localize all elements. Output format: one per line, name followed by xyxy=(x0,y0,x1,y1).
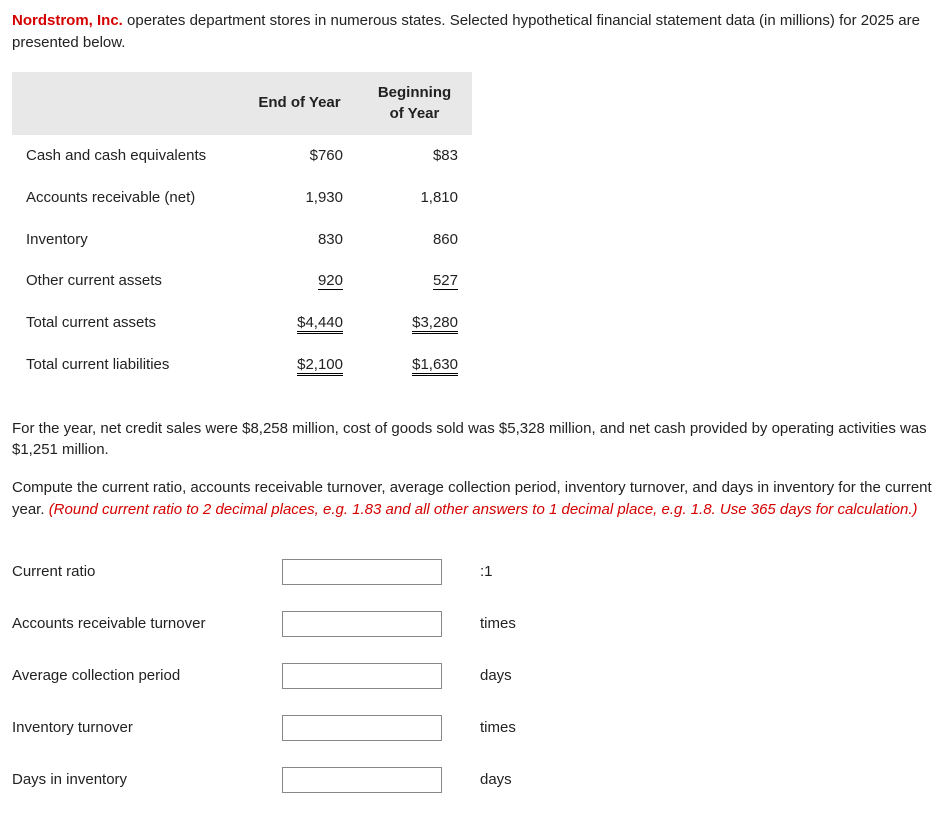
paragraph-2: For the year, net credit sales were $8,2… xyxy=(12,418,939,462)
row-label: Total current liabilities xyxy=(12,344,242,386)
answer-label: Average collection period xyxy=(12,659,282,693)
answer-unit: times xyxy=(452,711,526,745)
inventory-turnover-input[interactable] xyxy=(282,715,442,741)
cell-value: $2,100 xyxy=(297,356,343,376)
table-row: Cash and cash equivalents $760 $83 xyxy=(12,135,472,177)
answer-unit: :1 xyxy=(452,555,526,589)
answer-row: Average collection period days xyxy=(12,659,526,693)
table-row: Total current liabilities $2,100 $1,630 xyxy=(12,344,472,386)
answer-row: Days in inventory days xyxy=(12,763,526,797)
row-label: Cash and cash equivalents xyxy=(12,135,242,177)
intro-paragraph: Nordstrom, Inc. operates department stor… xyxy=(12,10,939,54)
answer-row: Inventory turnover times xyxy=(12,711,526,745)
row-label: Other current assets xyxy=(12,260,242,302)
row-label: Total current assets xyxy=(12,302,242,344)
table-row: Accounts receivable (net) 1,930 1,810 xyxy=(12,177,472,219)
cell-value: 860 xyxy=(433,231,458,248)
cell-value: $3,280 xyxy=(412,314,458,334)
cell-value: 527 xyxy=(433,272,458,290)
answer-unit: days xyxy=(452,659,526,693)
financial-data-table: End of Year Beginning of Year Cash and c… xyxy=(12,72,472,386)
answer-unit: times xyxy=(452,607,526,641)
cell-value: $83 xyxy=(433,147,458,164)
ar-turnover-input[interactable] xyxy=(282,611,442,637)
intro-text: operates department stores in numerous s… xyxy=(12,12,920,51)
row-label: Accounts receivable (net) xyxy=(12,177,242,219)
answer-label: Accounts receivable turnover xyxy=(12,607,282,641)
paragraph-3: Compute the current ratio, accounts rece… xyxy=(12,477,939,521)
answer-label: Inventory turnover xyxy=(12,711,282,745)
cell-value: 1,930 xyxy=(305,189,343,206)
table-row: Inventory 830 860 xyxy=(12,219,472,261)
answer-label: Current ratio xyxy=(12,555,282,589)
table-row: Other current assets 920 527 xyxy=(12,260,472,302)
answer-label: Days in inventory xyxy=(12,763,282,797)
cell-value: 1,810 xyxy=(420,189,458,206)
instruction-red: (Round current ratio to 2 decimal places… xyxy=(49,501,918,518)
answer-unit: days xyxy=(452,763,526,797)
collection-period-input[interactable] xyxy=(282,663,442,689)
cell-value: $760 xyxy=(310,147,343,164)
row-label: Inventory xyxy=(12,219,242,261)
company-name: Nordstrom, Inc. xyxy=(12,12,123,29)
table-header-beg: Beginning of Year xyxy=(357,72,472,136)
cell-value: 830 xyxy=(318,231,343,248)
answers-table: Current ratio :1 Accounts receivable tur… xyxy=(12,537,526,815)
cell-value: $1,630 xyxy=(412,356,458,376)
cell-value: 920 xyxy=(318,272,343,290)
answer-row: Current ratio :1 xyxy=(12,555,526,589)
table-header-blank xyxy=(12,72,242,136)
table-header-end: End of Year xyxy=(242,72,357,136)
days-inventory-input[interactable] xyxy=(282,767,442,793)
current-ratio-input[interactable] xyxy=(282,559,442,585)
cell-value: $4,440 xyxy=(297,314,343,334)
table-row: Total current assets $4,440 $3,280 xyxy=(12,302,472,344)
answer-row: Accounts receivable turnover times xyxy=(12,607,526,641)
